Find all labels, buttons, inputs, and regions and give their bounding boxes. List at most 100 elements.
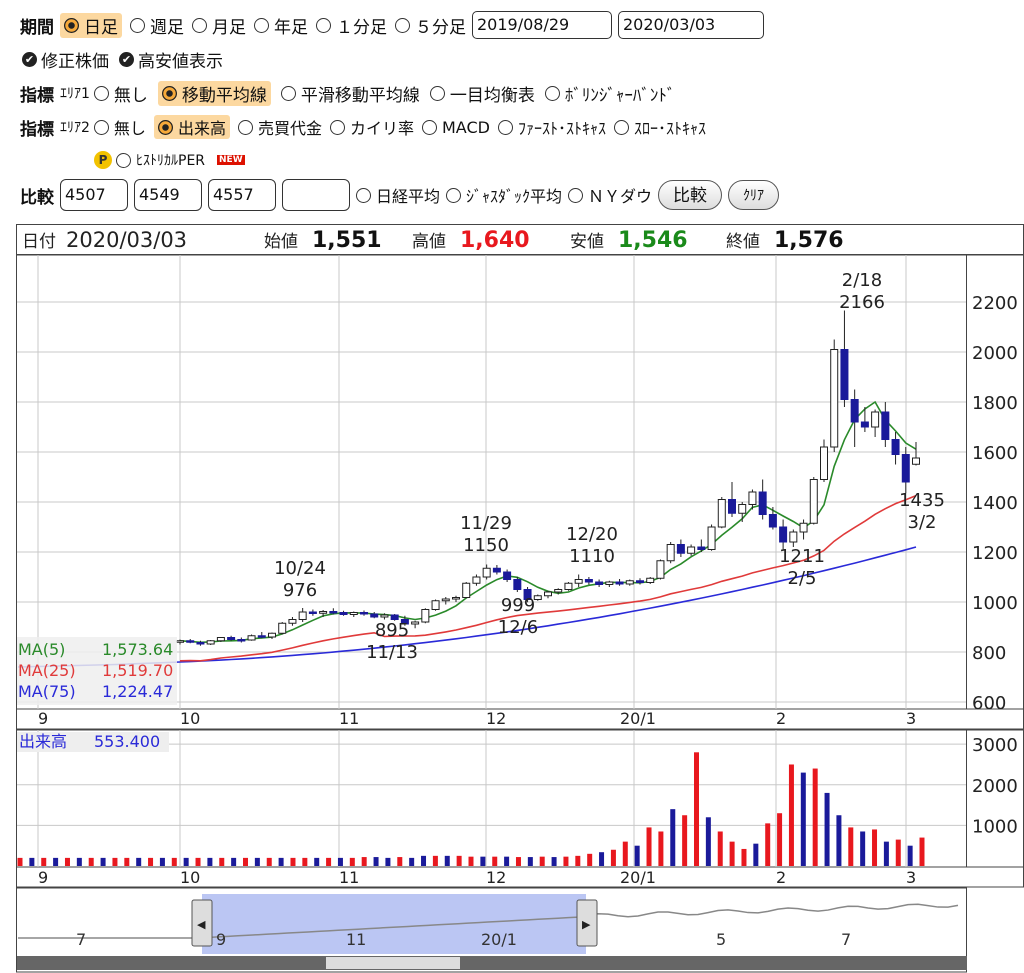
area2-radio-1[interactable]: 出来高 xyxy=(153,115,230,139)
annotation-date: 12/6 xyxy=(498,617,538,638)
compare-label: ｼﾞｬｽﾀﾞｯｸ平均 xyxy=(466,187,563,206)
period-radio-1[interactable]: 週足 xyxy=(130,13,184,38)
area2-radio-4[interactable]: MACD xyxy=(421,115,490,139)
area1-radio-2[interactable]: 平滑移動平均線 xyxy=(280,81,420,106)
period-radio-0[interactable]: 日足 xyxy=(60,12,122,38)
area1-label: 平滑移動平均線 xyxy=(300,85,420,106)
x-tick-label: 2 xyxy=(776,709,786,728)
candle-body xyxy=(871,411,880,428)
annotation-value: 1150 xyxy=(463,535,509,556)
hilo-checkbox[interactable]: ✔ 高安値表示 xyxy=(119,47,223,72)
volume-tick-label: 1000 xyxy=(972,816,1018,837)
volume-tick-label: 3000 xyxy=(972,735,1018,756)
annotation-date: 12/20 xyxy=(566,524,618,545)
y-tick-label: 2000 xyxy=(972,343,1018,364)
volume-bar xyxy=(207,857,213,866)
scrollbar-thumb[interactable] xyxy=(326,957,460,969)
y-tick-label: 600 xyxy=(972,693,1006,714)
area2-radio-0[interactable]: 無し xyxy=(93,115,146,139)
area2-options: 無し 出来高 売買代金 カイリ率 MACD ﾌｧｰｽﾄ･ｽﾄｷｬｽ ｽﾛｰ･ｽﾄｷｬｽ xyxy=(93,115,706,139)
scrollbar-track[interactable] xyxy=(17,956,967,970)
compare-radio-0[interactable]: 日経平均 xyxy=(356,183,440,207)
hilo-label: 高安値表示 xyxy=(138,51,223,72)
candle-body xyxy=(758,491,767,515)
volume-bar xyxy=(53,857,59,866)
volume-bar xyxy=(432,855,438,866)
indicator-area2-row: 指標 ｴﾘｱ2 無し 出来高 売買代金 カイリ率 MACD ﾌｧｰｽﾄ･ｽﾄｷｬｽ ｽﾛｰ･… xyxy=(0,110,1024,144)
volume-bar xyxy=(148,857,154,866)
area1-radio-0[interactable]: 無し xyxy=(93,81,148,106)
area2-radio-2[interactable]: 売買代金 xyxy=(237,115,322,139)
volume-bar xyxy=(872,829,878,866)
candle-body xyxy=(707,526,716,550)
area1-radio-4[interactable]: ﾎﾞﾘﾝｼﾞｬｰﾊﾞﾝﾄﾞ xyxy=(544,81,675,106)
candle-body xyxy=(533,595,542,600)
candle-body xyxy=(472,576,481,584)
volume-bar xyxy=(468,856,474,866)
candle-body xyxy=(615,581,624,585)
radio-icon xyxy=(237,119,253,135)
navigator-tick-label: 9 xyxy=(216,930,226,949)
radio-icon xyxy=(116,152,131,168)
period-radio-5[interactable]: ５分足 xyxy=(395,13,466,38)
candle-body xyxy=(584,579,593,583)
candle-body xyxy=(452,597,460,600)
navigator-tick-label: 20/1 xyxy=(481,930,517,949)
radio-icon xyxy=(157,119,173,135)
volume-bar xyxy=(397,857,403,866)
area2-radio-6[interactable]: ｽﾛｰ･ｽﾄｷｬｽ xyxy=(613,115,706,139)
per-radio[interactable]: ﾋｽﾄﾘｶﾙPER xyxy=(116,150,205,170)
radio-icon xyxy=(568,187,584,203)
candle-body xyxy=(390,614,399,620)
period-radio-3[interactable]: 年足 xyxy=(254,13,308,38)
area1-radio-1[interactable]: 移動平均線 xyxy=(157,80,271,106)
candle-body xyxy=(298,611,307,620)
annotation-date: 11/13 xyxy=(366,642,418,663)
ma-legend-value: 1,519.70 xyxy=(102,661,173,680)
handle-right-icon: ▶ xyxy=(582,918,591,931)
candle-body xyxy=(421,609,430,623)
compare-code-4[interactable] xyxy=(282,179,350,211)
volume-bar xyxy=(646,827,652,866)
candle-body xyxy=(319,611,328,614)
annotation-value: 895 xyxy=(375,620,409,641)
adjusted-checkbox[interactable]: ✔ 修正株価 xyxy=(22,47,109,72)
candle-body xyxy=(492,567,501,573)
candle-body xyxy=(605,581,614,585)
area1-radio-3[interactable]: 一目均衡表 xyxy=(429,81,535,106)
per-row: P ﾋｽﾄﾘｶﾙPER NEW xyxy=(0,143,1024,177)
area2-radio-3[interactable]: カイリ率 xyxy=(329,115,414,139)
candle-body xyxy=(176,640,184,643)
candle-body xyxy=(237,639,246,642)
compare-button[interactable]: 比較 xyxy=(658,180,723,210)
date-from-input[interactable]: 2019/08/29 xyxy=(472,11,612,39)
annotation-value: 1435 xyxy=(899,490,945,511)
quote-value: 1,551 xyxy=(312,228,382,253)
volume-bar xyxy=(254,857,260,866)
compare-code-2[interactable]: 4549 xyxy=(134,179,202,211)
period-radio-2[interactable]: 月足 xyxy=(192,13,246,38)
compare-radio-1[interactable]: ｼﾞｬｽﾀﾞｯｸ平均 xyxy=(446,183,562,207)
candle-body xyxy=(544,591,552,597)
compare-code-3[interactable]: 4557 xyxy=(208,179,276,211)
volume-bar xyxy=(551,857,557,866)
period-radio-4[interactable]: １分足 xyxy=(316,13,387,38)
radio-icon xyxy=(356,187,371,203)
candle-body xyxy=(411,621,420,625)
candle-body xyxy=(830,349,839,448)
compare-radio-2[interactable]: ＮＹダウ xyxy=(568,183,652,207)
date-to-input[interactable]: 2020/03/03 xyxy=(618,11,764,39)
volume-bar xyxy=(266,857,272,866)
annotation-value: 2166 xyxy=(839,292,885,313)
area2-radio-5[interactable]: ﾌｧｰｽﾄ･ｽﾄｷｬｽ xyxy=(497,115,606,139)
compare-code-1[interactable]: 4507 xyxy=(60,179,128,211)
clear-button[interactable]: ｸﾘｱ xyxy=(728,180,780,210)
ma-legend-value: 1,573.64 xyxy=(102,640,173,659)
volume-bar xyxy=(231,857,237,866)
volume-bar xyxy=(136,857,142,866)
volume-bar xyxy=(919,837,925,866)
volume-bar xyxy=(456,855,462,866)
y-tick-label: 800 xyxy=(972,643,1006,664)
volume-bar xyxy=(575,855,581,866)
candle-body xyxy=(717,499,726,528)
